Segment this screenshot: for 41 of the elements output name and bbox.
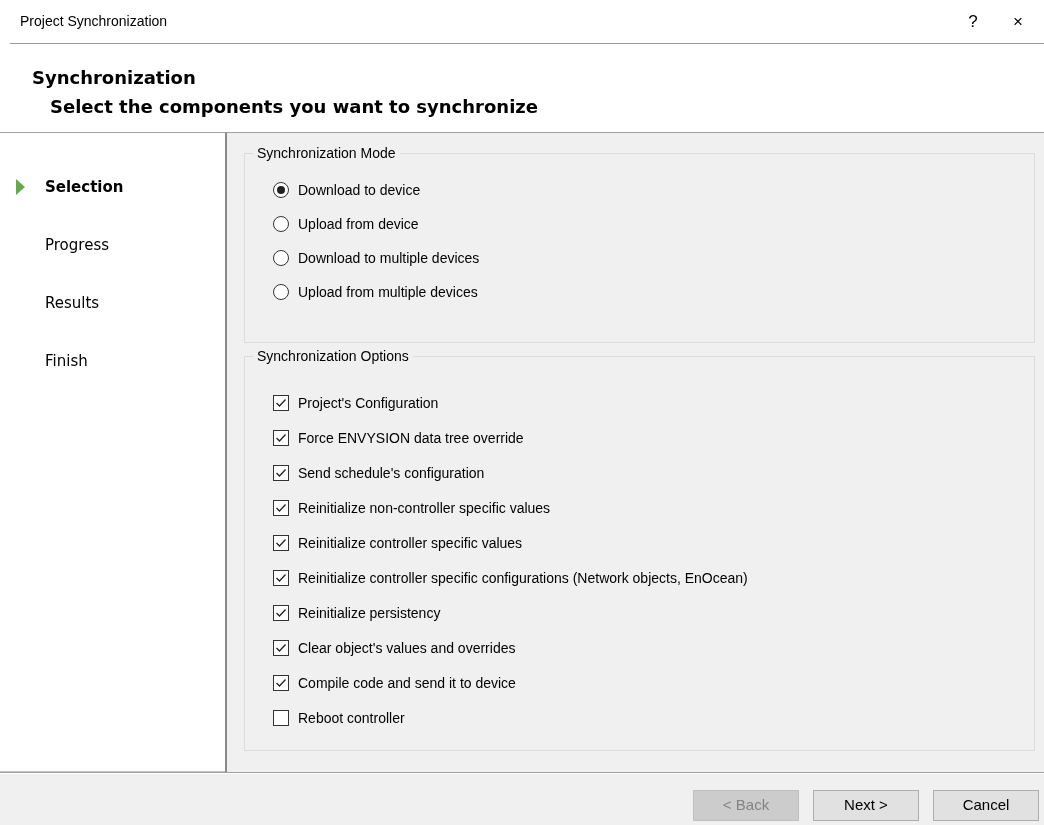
checkbox[interactable] (273, 675, 289, 691)
radio-button[interactable] (273, 284, 289, 300)
checkbox-label[interactable]: Clear object's values and overrides (298, 639, 516, 657)
close-button[interactable]: × (995, 7, 1041, 36)
radio-button[interactable] (273, 250, 289, 266)
checkbox-label[interactable]: Reinitialize persistency (298, 604, 441, 622)
wizard-step: Results (45, 293, 100, 313)
page-title: Synchronization (32, 66, 197, 90)
checkbox-label[interactable]: Compile code and send it to device (298, 674, 516, 692)
window-title: Project Synchronization (20, 12, 169, 31)
checkbox[interactable] (273, 395, 289, 411)
radio-button[interactable] (273, 182, 289, 198)
help-button[interactable]: ? (950, 7, 996, 36)
checkbox-label[interactable]: Reinitialize controller specific configurations (Network objects, EnOcean) (298, 569, 748, 587)
radio-button[interactable] (273, 216, 289, 232)
checkbox-label[interactable]: Reinitialize controller specific values (298, 534, 523, 552)
radio-label[interactable]: Download to device (298, 181, 421, 199)
next-button[interactable]: Next > (813, 790, 919, 821)
checkbox-label[interactable]: Project's Configuration (298, 394, 439, 412)
checkbox[interactable] (273, 570, 289, 586)
cancel-button[interactable]: Cancel (933, 790, 1039, 821)
radio-label[interactable]: Upload from multiple devices (298, 283, 478, 301)
checkbox[interactable] (273, 430, 289, 446)
radio-label[interactable]: Upload from device (298, 215, 419, 233)
checkbox-label[interactable]: Force ENVYSION data tree override (298, 429, 524, 447)
wizard-step: Progress (45, 235, 109, 255)
checkbox[interactable] (273, 605, 289, 621)
checkbox-label[interactable]: Reinitialize non-controller specific values (298, 499, 551, 517)
group-label: Synchronization Options (253, 347, 413, 365)
wizard-step: Selection (45, 177, 124, 197)
checkbox-label[interactable]: Reboot controller (298, 709, 405, 727)
wizard-step: Finish (45, 351, 88, 371)
checkbox[interactable] (273, 465, 289, 481)
checkbox[interactable] (273, 535, 289, 551)
group-label: Synchronization Mode (253, 144, 400, 162)
radio-label[interactable]: Download to multiple devices (298, 249, 480, 267)
page-subtitle: Select the components you want to synchronize (49, 95, 539, 119)
checkbox[interactable] (273, 640, 289, 656)
checkbox[interactable] (273, 500, 289, 516)
checkbox[interactable] (273, 710, 289, 726)
checkbox-label[interactable]: Send schedule's configuration (298, 464, 485, 482)
